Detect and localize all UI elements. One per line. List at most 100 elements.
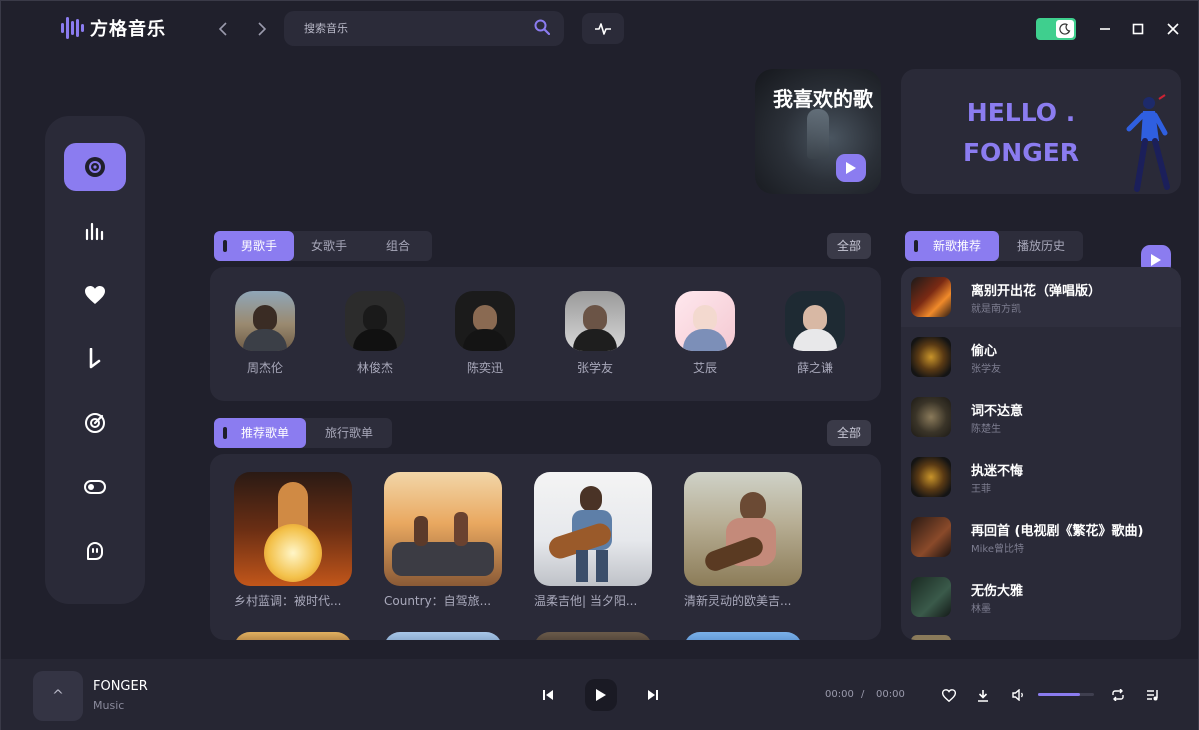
search-icon[interactable] — [534, 19, 551, 39]
song-row[interactable]: 执迷不悔 王菲 — [901, 447, 1181, 507]
player-bar: ^ FONGER Music 00:00 / 00:00 — [1, 659, 1198, 730]
playlist-cover-partial — [684, 632, 802, 640]
forward-icon[interactable] — [251, 17, 271, 41]
next-icon[interactable] — [643, 685, 663, 705]
playlist-title: 清新灵动的欧美吉... — [684, 594, 792, 608]
volume-icon[interactable] — [1008, 685, 1028, 705]
ghost-icon — [87, 542, 103, 560]
song-row[interactable]: 词不达意 陈楚生 — [901, 387, 1181, 447]
singer-name: 陈奕迅 — [466, 361, 503, 375]
singer-card[interactable]: 陈奕迅 — [445, 291, 525, 376]
song-artist: 就是南方凯 — [971, 304, 1021, 315]
playlist-icon[interactable] — [1143, 685, 1163, 705]
sidebar-item-about[interactable] — [64, 527, 126, 575]
singer-card[interactable]: 林俊杰 — [335, 291, 415, 376]
song-artist: Mike曾比特 — [971, 544, 1024, 555]
sidebar-item-radar[interactable] — [64, 399, 126, 447]
song-title: 词不达意 — [971, 404, 1024, 419]
back-icon[interactable] — [214, 17, 234, 41]
song-cover-partial — [911, 635, 951, 640]
singer-avatar — [675, 291, 735, 351]
waveform-button[interactable] — [582, 13, 624, 44]
current-time: 00:00 — [825, 689, 854, 700]
app-window: 方格音乐 搜索音乐 我喜欢的歌 HELLO . FONGER 男歌手 女歌手 组… — [0, 0, 1199, 730]
play-icon — [1151, 253, 1161, 266]
singer-card[interactable]: 艾辰 — [665, 291, 745, 376]
maximize-icon[interactable] — [1124, 15, 1152, 43]
playlist-card[interactable]: 乡村蓝调：被时代... — [234, 472, 352, 609]
volume-slider-fill — [1038, 693, 1080, 696]
sidebar-item-settings[interactable] — [64, 463, 126, 511]
singer-name: 林俊杰 — [356, 361, 393, 375]
search-bar — [284, 11, 564, 46]
song-row[interactable]: 离别开出花（弹唱版） 就是南方凯 — [901, 267, 1181, 327]
sidebar-item-music[interactable] — [64, 335, 126, 383]
tab-groups[interactable]: 组合 — [364, 231, 432, 261]
radar-icon — [85, 413, 105, 433]
tab-recommended-playlists[interactable]: 推荐歌单 — [214, 418, 306, 448]
singer-card[interactable]: 张学友 — [555, 291, 635, 376]
sidebar-item-favorites[interactable] — [64, 271, 126, 319]
close-icon[interactable] — [1159, 15, 1187, 43]
song-title: 执迷不悔 — [971, 464, 1024, 479]
toggle-icon — [84, 480, 106, 494]
play-pause-button[interactable] — [585, 679, 617, 711]
song-artist: 张学友 — [971, 364, 1001, 375]
song-cover — [911, 457, 951, 497]
playlist-card[interactable]: 温柔吉他| 当夕阳... — [534, 472, 652, 609]
playlist-cover — [384, 472, 502, 586]
singer-name: 张学友 — [576, 361, 613, 375]
playlist-card[interactable]: 清新灵动的欧美吉... — [684, 472, 802, 609]
tab-female-singers[interactable]: 女歌手 — [294, 231, 364, 261]
heart-icon — [85, 286, 105, 304]
singer-name: 周杰伦 — [246, 361, 283, 375]
singer-name: 薛之谦 — [796, 361, 833, 375]
logo-icon — [61, 16, 84, 40]
playlist-title: Country：自驾旅... — [384, 594, 492, 608]
volume-slider[interactable] — [1038, 693, 1094, 696]
song-title: 无伤大雅 — [971, 584, 1024, 599]
singers-all-button[interactable]: 全部 — [827, 233, 871, 259]
minimize-icon[interactable] — [1091, 15, 1119, 43]
tab-travel-playlists[interactable]: 旅行歌单 — [306, 418, 392, 448]
favorites-play-button[interactable] — [836, 154, 866, 182]
chart-bars-icon — [85, 222, 104, 241]
singer-card[interactable]: 薛之谦 — [775, 291, 855, 376]
tab-play-history[interactable]: 播放历史 — [999, 231, 1083, 261]
song-cover — [911, 397, 951, 437]
song-row[interactable]: 偷心 张学友 — [901, 327, 1181, 387]
song-row[interactable]: 再回首 (电视剧《繁花》歌曲) Mike曾比特 — [901, 507, 1181, 567]
playlist-title: 温柔吉他| 当夕阳... — [534, 594, 638, 608]
singer-card[interactable]: 周杰伦 — [225, 291, 305, 376]
disc-icon — [85, 157, 105, 177]
song-artist: 林墨 — [971, 604, 991, 615]
repeat-icon[interactable] — [1108, 685, 1128, 705]
theme-toggle[interactable] — [1036, 18, 1076, 40]
song-title: 偷心 — [971, 344, 998, 359]
playlist-card[interactable]: Country：自驾旅... — [384, 472, 502, 609]
song-artist: 王菲 — [971, 484, 991, 495]
music-note-icon — [89, 348, 101, 369]
hello-line-1: HELLO . — [966, 98, 1076, 127]
tab-male-singers[interactable]: 男歌手 — [214, 231, 294, 261]
favorites-card[interactable]: 我喜欢的歌 — [755, 69, 881, 194]
playlist-cover-partial — [534, 632, 652, 640]
previous-icon[interactable] — [538, 685, 558, 705]
download-icon[interactable] — [973, 685, 993, 705]
singer-tabs: 男歌手 女歌手 组合 — [214, 231, 432, 261]
singers-panel: 周杰伦 林俊杰 陈奕迅 张学友 艾辰 薛之谦 — [210, 267, 881, 401]
tab-new-songs[interactable]: 新歌推荐 — [905, 231, 999, 261]
favorites-title: 我喜欢的歌 — [773, 87, 873, 111]
time-separator: / — [861, 689, 865, 700]
now-playing-subtitle: Music — [93, 699, 125, 712]
singer-avatar — [565, 291, 625, 351]
sidebar-item-discover[interactable] — [64, 143, 126, 191]
like-icon[interactable] — [939, 685, 959, 705]
walking-person-illustration — [1126, 94, 1170, 192]
search-input[interactable] — [304, 22, 534, 35]
singer-name: 艾辰 — [692, 361, 717, 375]
sidebar-item-charts[interactable] — [64, 207, 126, 255]
playlists-all-button[interactable]: 全部 — [827, 420, 871, 446]
expand-player-button[interactable]: ^ — [33, 671, 83, 721]
song-row[interactable]: 无伤大雅 林墨 — [901, 567, 1181, 627]
